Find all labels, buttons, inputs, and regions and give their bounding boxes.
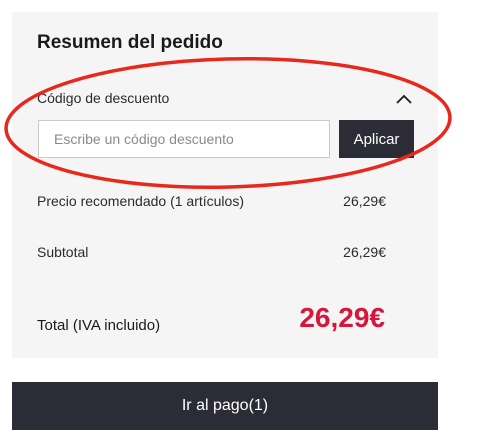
total-label: Total (IVA incluido): [37, 317, 161, 334]
discount-code-label: Código de descuento: [37, 90, 170, 106]
recommended-price-label: Precio recomendado (1 artículos): [37, 193, 244, 209]
checkout-button[interactable]: Ir al pago(1): [12, 382, 438, 430]
total-value: 26,29€: [299, 302, 385, 333]
order-summary-title: Resumen del pedido: [37, 32, 223, 53]
subtotal-value: 26,29€: [343, 244, 386, 260]
order-summary-panel: Resumen del pedido Código de descuento A…: [12, 12, 438, 358]
chevron-up-icon[interactable]: [394, 92, 414, 106]
apply-discount-button[interactable]: Aplicar: [339, 120, 414, 158]
subtotal-label: Subtotal: [37, 244, 89, 260]
recommended-price-value: 26,29€: [343, 193, 386, 209]
discount-code-input[interactable]: [38, 120, 330, 158]
